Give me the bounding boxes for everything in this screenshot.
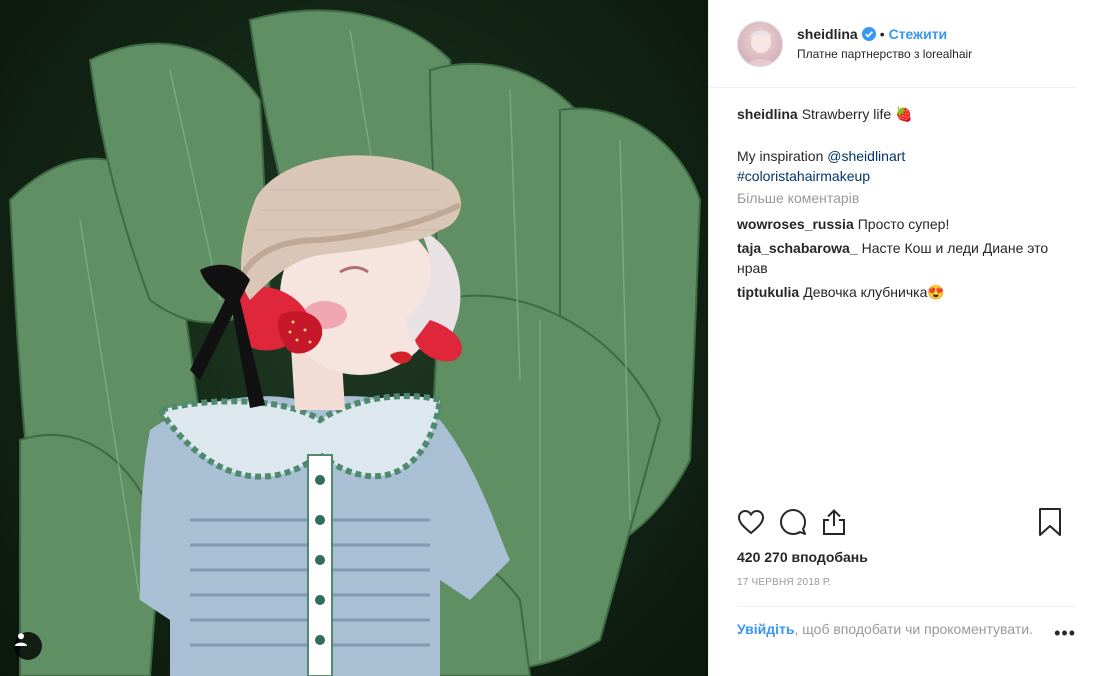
comment-text: Просто супер! bbox=[857, 216, 950, 232]
follow-button[interactable]: Стежити bbox=[889, 26, 948, 42]
inspiration-text: My inspiration bbox=[737, 148, 824, 164]
comment-icon bbox=[780, 509, 806, 535]
post-header: sheidlina • Стежити Платне партнерство з l… bbox=[709, 0, 1076, 88]
header-top-line: sheidlina • Стежити bbox=[797, 24, 972, 44]
avatar[interactable] bbox=[737, 20, 783, 67]
more-options-icon[interactable]: ••• bbox=[1054, 623, 1076, 676]
post-sidebar: sheidlina • Стежити Платне партнерство з l… bbox=[708, 0, 1100, 676]
paid-partnership-label[interactable]: Платне партнерство з lorealhair bbox=[797, 44, 972, 64]
post-date[interactable]: 17 червня 2018 р. bbox=[737, 577, 1076, 588]
comment-username[interactable]: wowroses_russia bbox=[737, 216, 854, 232]
comment-text: Девочка клубничка😍 bbox=[803, 284, 945, 300]
caption-inspiration: My inspiration @sheidlinart #coloristaha… bbox=[737, 146, 1076, 186]
hashtag-link[interactable]: #coloristahairmakeup bbox=[737, 168, 870, 184]
comments-section: sheidlina Strawberry life 🍓 My inspiratio… bbox=[709, 88, 1100, 501]
share-icon bbox=[823, 509, 845, 535]
login-text: Увійдіть, щоб вподобати чи прокоментуват… bbox=[737, 619, 1033, 676]
verified-badge-icon bbox=[861, 26, 876, 41]
mention-link[interactable]: @sheidlinart bbox=[827, 148, 905, 164]
action-icons bbox=[737, 501, 1076, 545]
separator-dot: • bbox=[879, 25, 885, 42]
avatar-image bbox=[746, 30, 776, 66]
comment-item: wowroses_russia Просто супер! bbox=[737, 214, 1076, 234]
caption-text: Strawberry life bbox=[801, 106, 892, 122]
bookmark-icon bbox=[1039, 508, 1061, 536]
login-prompt: Увійдіть, щоб вподобати чи прокоментуват… bbox=[737, 606, 1076, 676]
comment-item: taja_schabarowa_ Насте Кош и леди Диане э… bbox=[737, 238, 1076, 278]
instagram-post: sheidlina • Стежити Платне партнерство з l… bbox=[0, 0, 1100, 676]
photo-illustration bbox=[8, 9, 702, 676]
strawberry-emoji: 🍓 bbox=[895, 106, 913, 122]
comment-username[interactable]: taja_schabarowa_ bbox=[737, 240, 858, 256]
login-link[interactable]: Увійдіть bbox=[737, 621, 795, 637]
comment-item: tiptukulia Девочка клубничка😍 bbox=[737, 282, 1076, 302]
like-button[interactable] bbox=[737, 509, 765, 538]
post-photo[interactable] bbox=[0, 0, 708, 676]
caption-username[interactable]: sheidlina bbox=[737, 106, 798, 122]
likes-count[interactable]: 420 270 вподобань bbox=[737, 549, 1076, 565]
save-button[interactable] bbox=[1038, 507, 1062, 540]
caption: sheidlina Strawberry life 🍓 My inspiratio… bbox=[737, 104, 1076, 186]
comment-username[interactable]: tiptukulia bbox=[737, 284, 799, 300]
user-tag-icon bbox=[15, 633, 27, 646]
login-prompt-text: , щоб вподобати чи прокоментувати. bbox=[794, 621, 1033, 637]
user-tag-button[interactable] bbox=[14, 632, 42, 660]
username-link[interactable]: sheidlina bbox=[797, 26, 858, 42]
header-text: sheidlina • Стежити Платне партнерство з l… bbox=[797, 24, 972, 64]
heart-icon bbox=[737, 509, 765, 535]
load-more-comments[interactable]: Більше коментарів bbox=[737, 190, 1076, 206]
share-button[interactable] bbox=[821, 508, 847, 539]
comment-button[interactable] bbox=[779, 508, 807, 539]
post-actions: 420 270 вподобань 17 червня 2018 р. bbox=[709, 501, 1100, 588]
